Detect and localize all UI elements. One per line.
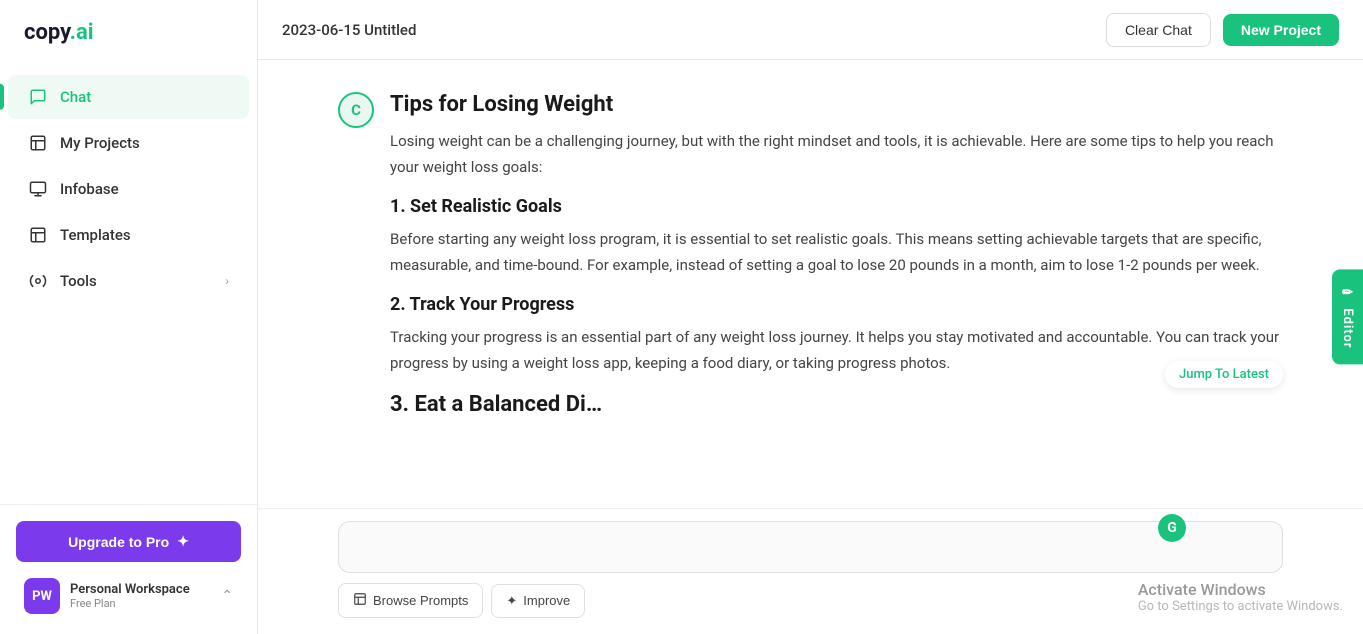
tools-icon [28,271,48,291]
sidebar-item-chat-label: Chat [60,88,91,106]
chat-input-area: G Browse Prompts ✦ Improve [258,508,1363,634]
sidebar-item-chat[interactable]: Chat [8,75,249,119]
sidebar-item-templates[interactable]: Templates [8,213,249,257]
sidebar-item-tools[interactable]: Tools › [8,259,249,303]
templates-icon [28,225,48,245]
upgrade-icon: ✦ [177,533,189,550]
section-2-title: 2. Track Your Progress [390,294,1283,315]
projects-icon [28,133,48,153]
message-title: Tips for Losing Weight [390,92,1283,117]
workspace-name: Personal Workspace [70,582,211,597]
message-body: Tips for Losing Weight Losing weight can… [390,92,1283,417]
main-content: 2023-06-15 Untitled Clear Chat New Proje… [258,0,1363,634]
workspace-info: Personal Workspace Free Plan [70,582,211,610]
watermark-title: Activate Windows [1138,580,1343,599]
sidebar-item-infobase[interactable]: Infobase [8,167,249,211]
header-actions: Clear Chat New Project [1106,13,1339,47]
watermark-subtitle: Go to Settings to activate Windows. [1138,599,1343,614]
browse-prompts-button[interactable]: Browse Prompts [338,583,483,618]
g-send-icon[interactable]: G [1158,514,1186,542]
workspace-avatar: PW [24,578,60,614]
logo: copy.ai [24,20,94,45]
tools-arrow-icon: › [225,274,229,288]
upgrade-label: Upgrade to Pro [68,534,169,550]
section-1-text: Before starting any weight loss program,… [390,227,1283,278]
clear-chat-button[interactable]: Clear Chat [1106,13,1211,47]
improve-button[interactable]: ✦ Improve [491,584,585,618]
sidebar-item-my-projects[interactable]: My Projects [8,121,249,165]
workspace-chevron-icon: ⌃ [221,588,233,604]
sidebar-nav: Chat My Projects Infobase [0,65,257,504]
user-avatar: C [338,92,374,128]
chat-icon [28,87,48,107]
page-title: 2023-06-15 Untitled [282,21,416,39]
sidebar-bottom: Upgrade to Pro ✦ PW Personal Workspace F… [0,504,257,634]
sidebar-item-tools-label: Tools [60,272,97,290]
section-2-text: Tracking your progress is an essential p… [390,325,1283,376]
page-header: 2023-06-15 Untitled Clear Chat New Proje… [258,0,1363,60]
workspace-plan: Free Plan [70,597,211,610]
section-3-title: 3. Eat a Balanced Di… [390,392,790,417]
browse-prompts-label: Browse Prompts [373,593,468,608]
jump-to-latest-button[interactable]: Jump To Latest [1165,361,1283,388]
editor-tab-label: Editor [1340,308,1355,348]
section-1-title: 1. Set Realistic Goals [390,196,1283,217]
sidebar-item-infobase-label: Infobase [60,180,119,198]
sidebar-item-templates-label: Templates [60,226,131,244]
improve-label: Improve [523,593,570,608]
editor-tab[interactable]: ✏ Editor [1332,269,1363,364]
workspace-selector[interactable]: PW Personal Workspace Free Plan ⌃ [16,574,241,618]
message-block: C Tips for Losing Weight Losing weight c… [338,92,1283,417]
intro-text: Losing weight can be a challenging journ… [390,129,1283,180]
infobase-icon [28,179,48,199]
editor-pencil-icon: ✏ [1340,285,1355,300]
logo-suffix: .ai [70,20,94,45]
chat-content-area: C Tips for Losing Weight Losing weight c… [258,60,1363,508]
windows-watermark: Activate Windows Go to Settings to activ… [1138,580,1343,614]
new-project-button[interactable]: New Project [1223,14,1339,46]
logo-area: copy.ai [0,0,257,65]
sidebar-item-projects-label: My Projects [60,134,140,152]
browse-prompts-icon [353,592,367,609]
upgrade-to-pro-button[interactable]: Upgrade to Pro ✦ [16,521,241,562]
logo-prefix: copy [24,20,70,45]
improve-sparkle-icon: ✦ [506,593,517,609]
sidebar: copy.ai Chat My Projects [0,0,258,634]
chat-input-box: G [338,521,1283,573]
